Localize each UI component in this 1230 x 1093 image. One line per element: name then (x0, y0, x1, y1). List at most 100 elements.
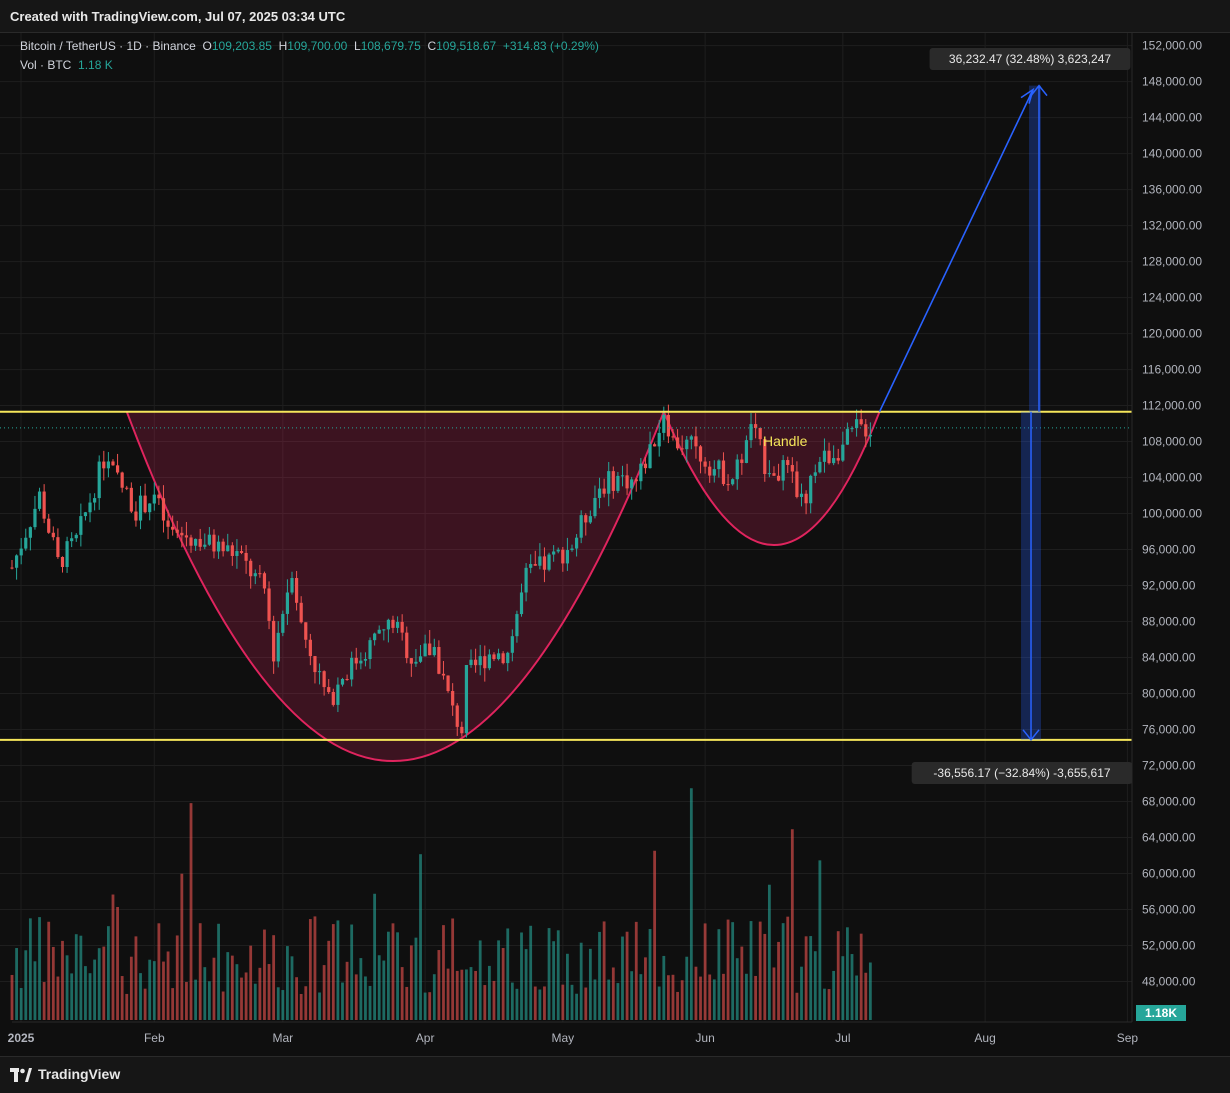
volume-bar (74, 934, 78, 1020)
candle-body (253, 573, 257, 577)
price-tick-label: 80,000.00 (1142, 687, 1196, 701)
volume-bar (474, 970, 478, 1020)
candle-body (864, 424, 868, 437)
volume-bar (258, 967, 262, 1020)
volume-bar (630, 971, 634, 1020)
candle-body (460, 726, 464, 734)
volume-bar (786, 916, 790, 1020)
price-tick-label: 84,000.00 (1142, 651, 1196, 665)
volume-bar (501, 948, 505, 1020)
volume-bar (529, 925, 533, 1020)
price-tick-label: 112,000.00 (1142, 399, 1201, 413)
volume-bar (212, 957, 216, 1020)
candle-body (308, 639, 312, 657)
volume-bar (552, 941, 556, 1020)
candle-body (634, 479, 638, 482)
volume-bar (800, 966, 803, 1020)
volume-bar (823, 988, 826, 1020)
volume-bar (515, 988, 519, 1020)
time-tick-label: Mar (272, 1031, 293, 1045)
volume-bar (818, 860, 822, 1020)
price-chart[interactable]: 111,319.2674,857.31109,518.67 48,000.005… (0, 0, 1230, 1092)
candle-body (469, 659, 473, 666)
candle-body (662, 414, 666, 433)
volume-bar (88, 973, 92, 1020)
measure-down-label: -36,556.17 (−32.84%) -3,655,617 (933, 766, 1110, 780)
candle-body (868, 434, 872, 437)
open-value: 109,203.85 (211, 39, 272, 53)
time-tick-label: Aug (974, 1031, 995, 1045)
volume-bar (116, 907, 119, 1020)
volume-bar (221, 991, 225, 1020)
volume-last-label: 1.18K (1145, 1006, 1177, 1020)
volume-bar (42, 982, 46, 1020)
candle-body (487, 654, 491, 669)
candle-body (533, 564, 537, 566)
candle-body (579, 515, 583, 538)
candle-body (180, 532, 184, 536)
price-tick-label: 100,000.00 (1142, 507, 1202, 521)
volume-bar (230, 955, 234, 1020)
volume-bar (350, 924, 354, 1020)
volume-bar (781, 923, 785, 1020)
volume-bar (65, 955, 69, 1020)
candle-body (731, 479, 735, 485)
price-tick-label: 96,000.00 (1142, 543, 1196, 557)
volume-bar (703, 923, 707, 1020)
volume-bar (180, 873, 184, 1020)
volume-bar (419, 854, 422, 1020)
price-axis[interactable]: 48,000.00 52,000.00 56,000.00 60,000.00 64,0… (1131, 33, 1230, 1022)
candle-body (207, 534, 211, 545)
legend-row-volume: Vol · BTC 1.18 K (20, 58, 113, 72)
candle-body (129, 487, 133, 512)
volume-bar (185, 981, 188, 1020)
candle-body (363, 659, 368, 661)
candle-body (418, 656, 423, 662)
volume-bar (492, 980, 496, 1020)
volume-bar (588, 948, 592, 1020)
candle-body (607, 471, 611, 494)
candle-body (198, 538, 202, 547)
candle-body (772, 473, 776, 476)
candle-body (212, 534, 216, 552)
volume-bar (506, 928, 510, 1020)
volume-bar (139, 973, 142, 1020)
projection-drawings[interactable] (878, 84, 1048, 742)
volume-bar (804, 936, 808, 1020)
candle-body (221, 541, 225, 552)
time-tick-label: Jun (695, 1031, 714, 1045)
candle-body (65, 541, 69, 568)
volume-bar (432, 974, 436, 1020)
candle-body (712, 469, 716, 476)
low-value: 108,679.75 (360, 39, 421, 53)
candle-body (795, 471, 799, 497)
candle-body (721, 460, 726, 485)
candle-body (267, 588, 271, 621)
volume-bar (689, 788, 693, 1020)
candle-body (37, 491, 42, 509)
volume-bar (465, 969, 468, 1020)
candle-body (428, 643, 432, 656)
volume-bar (93, 959, 97, 1020)
candle-body (818, 461, 822, 473)
price-tick-label: 52,000.00 (1142, 939, 1196, 953)
volume-bar (483, 985, 487, 1020)
volume-bar (97, 948, 101, 1020)
volume-bar (56, 976, 60, 1020)
volume-bar (758, 921, 762, 1020)
time-tick-label: Sep (1117, 1031, 1139, 1045)
volume-bar (70, 973, 74, 1020)
volume-bar (598, 931, 601, 1020)
volume-bar (28, 918, 32, 1020)
candle-body (166, 520, 170, 527)
volume-bar (437, 950, 441, 1020)
price-tick-label: 152,000.00 (1142, 39, 1202, 53)
volume-bar (290, 956, 294, 1020)
volume-bar (763, 933, 767, 1020)
candle-body (754, 424, 758, 428)
time-axis[interactable]: 2025 Feb Mar Apr May Jun Jul Aug Sep (8, 1021, 1139, 1045)
candle-body (547, 554, 551, 570)
volume-bar (442, 925, 445, 1020)
price-tick-label: 72,000.00 (1142, 759, 1196, 773)
candle-body (597, 488, 602, 498)
